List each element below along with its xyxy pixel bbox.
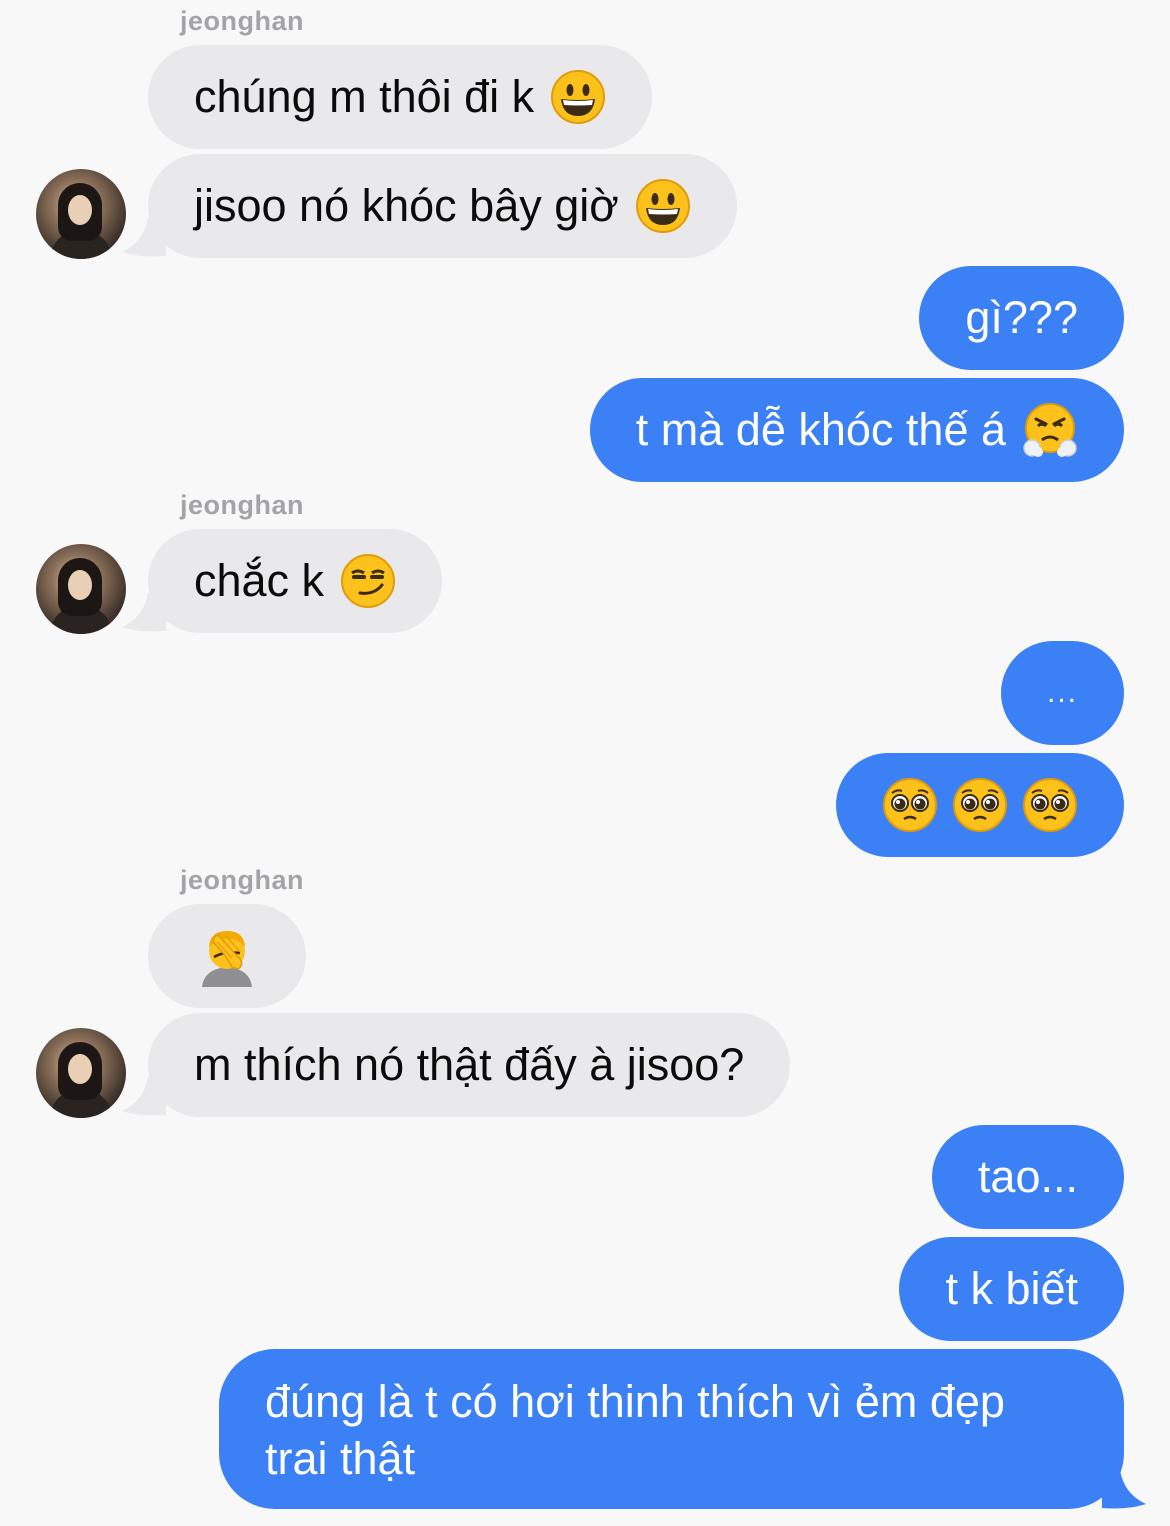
outgoing-message-bubble[interactable]: gì??? <box>919 266 1124 370</box>
avatar[interactable] <box>36 169 126 259</box>
outgoing-message-bubble[interactable] <box>836 753 1124 857</box>
message-text: t mà dễ khóc thế á <box>635 404 1006 455</box>
message-text: đúng là t có hơi thinh thích vì ẻm đẹp t… <box>265 1376 1005 1484</box>
pleading-face-icon <box>952 777 1008 833</box>
avatar[interactable] <box>36 544 126 634</box>
outgoing-message-bubble[interactable]: đúng là t có hơi thinh thích vì ẻm đẹp t… <box>219 1349 1124 1509</box>
smirking-face-icon <box>340 553 396 609</box>
incoming-message-bubble[interactable]: jisoo nó khóc bây giờ <box>148 154 737 258</box>
avatar[interactable] <box>36 1028 126 1118</box>
sender-name: jeonghan <box>180 490 304 520</box>
message-thread[interactable]: jeonghan chúng m thôi đi k jisoo nó khóc… <box>0 0 1170 1526</box>
person-facepalming-icon <box>196 925 258 987</box>
face-with-steam-from-nose-icon <box>1022 402 1078 458</box>
message-text: m thích nó thật đấy à jisoo? <box>194 1039 745 1090</box>
message-text: chúng m thôi đi k <box>194 71 535 122</box>
incoming-message-bubble[interactable]: chắc k <box>148 529 443 633</box>
incoming-message-bubble[interactable] <box>148 904 306 1008</box>
outgoing-message-bubble[interactable]: t k biết <box>899 1237 1124 1341</box>
sender-name: jeonghan <box>180 6 304 36</box>
message-text: ... <box>1046 676 1078 709</box>
message-text: t k biết <box>945 1263 1078 1314</box>
incoming-message-bubble[interactable]: chúng m thôi đi k <box>148 45 653 149</box>
message-text: gì??? <box>965 292 1078 343</box>
message-text: tao... <box>977 1151 1078 1202</box>
message-text: chắc k <box>194 555 325 606</box>
grinning-face-icon <box>550 69 606 125</box>
outgoing-message-bubble[interactable]: tao... <box>931 1125 1124 1229</box>
outgoing-message-bubble[interactable]: t mà dễ khóc thế á <box>589 378 1124 482</box>
message-text: jisoo nó khóc bây giờ <box>194 180 619 231</box>
bubble-tail <box>1102 1470 1146 1509</box>
pleading-face-icon <box>882 777 938 833</box>
outgoing-message-bubble[interactable]: ... <box>1000 641 1124 745</box>
pleading-face-icon <box>1022 777 1078 833</box>
sender-name: jeonghan <box>180 865 304 895</box>
grinning-face-icon <box>635 178 691 234</box>
incoming-message-bubble[interactable]: m thích nó thật đấy à jisoo? <box>148 1013 791 1117</box>
